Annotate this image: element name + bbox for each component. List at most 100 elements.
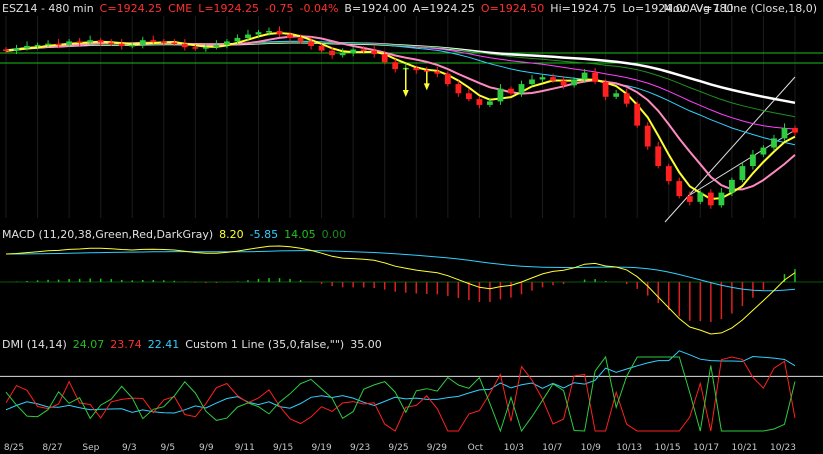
sell-arrow-head [423,83,430,91]
dmi-adx-line [5,350,796,414]
candle-body [665,166,672,182]
macd-chart[interactable] [0,224,823,338]
candle-body [381,54,388,63]
candle-body [129,44,136,47]
candle-body [97,40,104,43]
price-chart[interactable] [0,0,823,224]
candle-body [760,147,767,155]
x-axis-label: 9/3 [122,443,137,453]
macd-signal-value: -5.85 [249,228,279,241]
moving-average-yellow [5,31,796,201]
candle-body [13,48,20,51]
candle-body [707,192,714,206]
dmi-plus-line [5,356,796,432]
candle-body [771,138,777,148]
x-axis-label: 9/23 [349,443,371,453]
x-axis-label: 10/9 [580,443,601,453]
macd-panel[interactable]: MACD (11,20,38,Green,Red,DarkGray) 8.20 -5… [0,224,823,338]
symbol-label: ESZ14 - 480 min [2,2,94,15]
dmi-chart[interactable] [0,338,823,443]
x-axis-label: 10/21 [731,443,758,453]
moving-average-white [5,41,796,105]
candle-body [350,49,357,53]
candle-body [171,42,178,44]
candle-body [550,77,556,81]
custom-line-value: 35.00 [350,338,382,351]
candle-body [581,72,588,80]
x-axis-label: 10/7 [542,443,563,453]
candle-body [718,192,725,206]
price-panel[interactable]: ESZ14 - 480 min C=1924.25 CME L=1924.25 -0.7… [0,0,823,224]
candle-body [444,73,451,85]
candle-body [592,72,598,82]
candle-body [160,41,167,43]
candle-body [655,146,662,166]
candle-body [308,41,314,46]
x-axis: 8/25 8/27 Sep 9/3 9/5 9/9 9/11 9/15 9/19 9/23 9/25… [0,443,823,454]
x-axis-label: 9/19 [311,443,332,453]
macd-value: 8.20 [219,228,244,241]
candle-body [644,125,651,147]
candle-body [623,93,630,104]
x-axis-label: Sep [82,443,100,453]
x-axis-label: 9/5 [160,443,176,453]
exchange-label: CME [168,2,193,15]
change-value: -0.75 [265,2,294,15]
candle-body [571,79,577,86]
sell-arrow-head [402,89,409,97]
open-value: O=1924.50 [480,2,545,15]
x-axis-label: 9/15 [272,443,294,453]
candle-body [613,93,620,97]
macd-study-label: MACD (11,20,38,Green,Red,DarkGray) [2,228,214,241]
candle-body [739,166,746,180]
x-axis-label: 10/23 [770,443,796,453]
candle-body [487,101,493,105]
bid-value: B=1924.00 [344,2,407,15]
x-axis-label: 10/17 [693,443,720,453]
candle-body [24,46,30,49]
x-axis-label: 9/29 [426,443,447,453]
candle-body [518,84,525,94]
candle-body [508,88,514,94]
dmi-header: DMI (14,14) 24.07 23.74 22.41 Custom 1 Line … [2,338,388,351]
candle-body [392,62,399,70]
candle-body [602,81,609,97]
candle-body [66,41,72,45]
candle-body [329,50,335,56]
candle-body [297,37,304,42]
candle-body [539,77,546,80]
x-axis-label: Oct [467,443,484,453]
candle-body [476,99,483,105]
price-header: ESZ14 - 480 min C=1924.25 CME L=1924.25 -0.7… [2,2,739,15]
candle-body [318,46,325,51]
candle-body [3,49,9,51]
candle-body [371,50,378,55]
candle-body [455,84,462,94]
ask-value: A=1924.25 [412,2,475,15]
candle-body [150,40,157,42]
candle-body [434,71,441,74]
candle-body [729,179,735,193]
x-axis-label: 8/25 [3,443,25,453]
candle-body [245,34,251,38]
x-axis-label: 9/11 [234,443,255,453]
last-value: L=1924.25 [198,2,260,15]
candle-body [139,40,146,45]
x-axis-label: 8/27 [42,443,63,453]
candle-body [255,32,262,35]
x-axis-label: 10/15 [654,443,681,453]
macd-diff-value: 14.05 [284,228,316,241]
macd-header: MACD (11,20,38,Green,Red,DarkGray) 8.20 -5… [2,228,352,241]
dmi-panel[interactable]: DMI (14,14) 24.07 23.74 22.41 Custom 1 Line … [0,338,823,443]
candle-body [676,181,683,197]
candle-body [339,52,346,56]
candle-body [634,103,641,126]
candle-body [234,37,241,42]
candle-body [686,196,693,202]
moving-average-label: Mov Avg 1 Line (Close,18,0) [663,2,817,15]
candle-body [181,43,188,48]
candle-body [192,47,199,49]
custom-line-label: Custom 1 Line (35,0,false,"") [185,338,345,351]
candle-body [560,80,567,86]
minus-di-value: 22.41 [147,338,180,351]
